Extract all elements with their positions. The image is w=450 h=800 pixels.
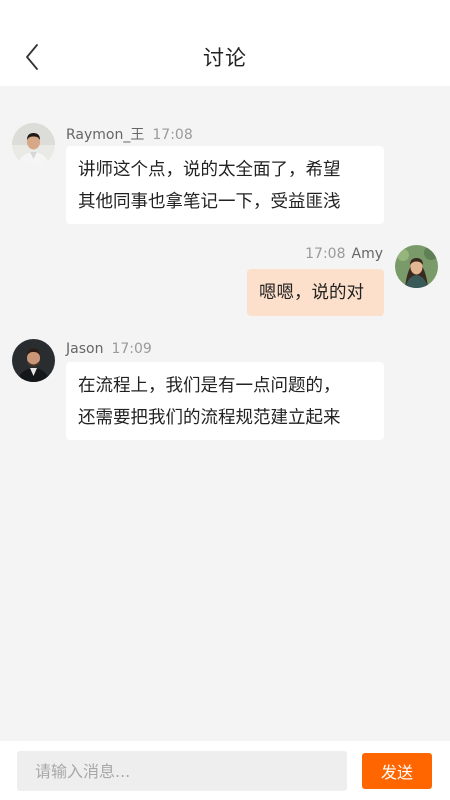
message-meta: Raymon_王 17:08: [66, 124, 193, 144]
message-text-line: 讲师这个点，说的太全面了，希望: [78, 160, 341, 180]
send-button[interactable]: 发送: [362, 753, 432, 789]
page-title: 讨论: [203, 46, 247, 70]
message-text-line: 其他同事也拿笔记一下，受益匪浅: [78, 192, 341, 212]
message-time: 17:08: [305, 246, 346, 262]
sender-name: Jason: [66, 341, 104, 357]
avatar-jason[interactable]: [12, 339, 55, 382]
top-bar: 讨论: [0, 0, 450, 86]
avatar-raymon[interactable]: [12, 123, 55, 166]
message-time: 17:09: [111, 341, 152, 357]
composer-bar: 发送: [0, 741, 450, 800]
message-input[interactable]: [17, 751, 347, 791]
sender-name: Raymon_王: [66, 127, 145, 143]
message-bubble[interactable]: 在流程上，我们是有一点问题的， 还需要把我们的流程规范建立起来: [66, 362, 384, 440]
message-bubble-own[interactable]: 嗯嗯，说的对: [247, 269, 384, 316]
message-meta: 17:08 Amy: [305, 246, 383, 262]
message-bubble[interactable]: 讲师这个点，说的太全面了，希望 其他同事也拿笔记一下，受益匪浅: [66, 146, 384, 224]
message-text-line: 在流程上，我们是有一点问题的，: [78, 376, 341, 396]
message-time: 17:08: [152, 127, 193, 143]
message-list[interactable]: Raymon_王 17:08 讲师这个点，说的太全面了，希望 其他同事也拿笔记一下…: [0, 86, 450, 741]
message-text-line: 还需要把我们的流程规范建立起来: [78, 408, 341, 428]
avatar-amy[interactable]: [395, 245, 438, 288]
sender-name: Amy: [351, 246, 384, 262]
message-meta: Jason 17:09: [66, 341, 152, 357]
message-text-line: 嗯嗯，说的对: [259, 283, 364, 303]
